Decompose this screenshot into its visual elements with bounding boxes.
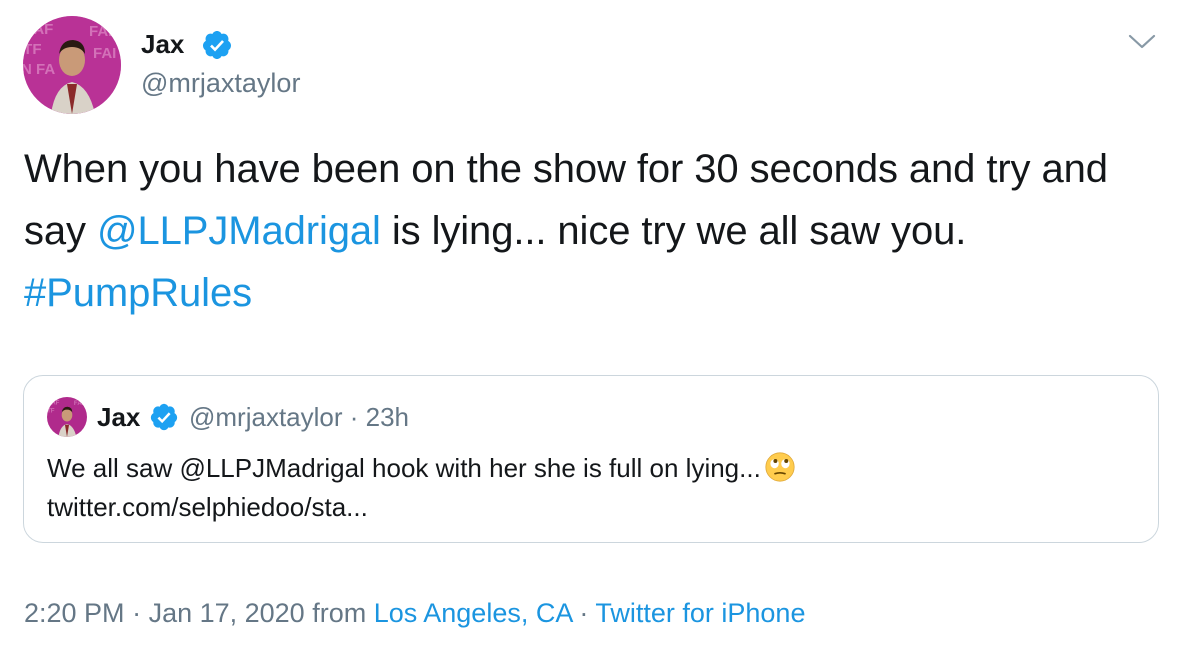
tweet-card: FAF ITF N FA FAE FAI Jax @mrjaxtaylor Wh… [0,0,1183,656]
from-label: from [304,598,374,628]
quoted-tweet-text: We all saw @LLPJMadrigal hook with her s… [47,449,1137,527]
author-name[interactable]: Jax [141,28,184,60]
chevron-down-icon[interactable] [1124,26,1160,58]
svg-text:FAF: FAF [25,21,53,38]
quoted-author-name[interactable]: Jax [97,401,140,433]
tweet-date[interactable]: Jan 17, 2020 [149,598,305,628]
quoted-tweet[interactable]: FAF ITF FAE Jax @mrjaxtaylor · 23h We al… [23,375,1159,543]
quoted-author-handle[interactable]: @mrjaxtaylor [189,402,343,432]
face-with-rolling-eyes-emoji [765,452,795,482]
tweet-footer: 2:20 PM · Jan 17, 2020 from Los Angeles,… [24,596,805,630]
tweet-time[interactable]: 2:20 PM [24,598,125,628]
quoted-link[interactable]: twitter.com/selphiedoo/sta... [47,492,368,522]
quoted-author-avatar[interactable]: FAF ITF FAE [47,397,87,437]
quoted-text-part: We all saw [47,453,180,483]
svg-text:FAI: FAI [93,45,116,62]
source-link[interactable]: Twitter for iPhone [595,598,805,628]
svg-text:FAE: FAE [74,400,86,407]
quoted-tweet-time[interactable]: 23h [366,402,409,432]
location-link[interactable]: Los Angeles, CA [374,598,572,628]
separator-dot: · [342,402,366,432]
svg-text:FAE: FAE [89,23,118,40]
tweet-text: When you have been on the show for 30 se… [24,138,1174,324]
svg-text:N FA: N FA [23,61,55,78]
svg-text:FAF: FAF [48,399,60,406]
separator-dot: · [124,598,149,628]
author-avatar[interactable]: FAF ITF N FA FAE FAI [23,16,121,114]
svg-text:ITF: ITF [23,41,42,58]
verified-badge-icon [202,31,231,59]
verified-badge-icon [150,403,178,431]
svg-text:ITF: ITF [47,408,55,415]
quoted-mention: @LLPJMadrigal [179,453,365,483]
quoted-text-part: hook with her she is full on lying... [364,453,761,483]
tweet-text-part: is lying... nice try we all saw you. [380,209,967,253]
hashtag-link[interactable]: #PumpRules [24,271,252,315]
mention-link[interactable]: @LLPJMadrigal [97,209,381,253]
quoted-tweet-meta: @mrjaxtaylor · 23h [189,401,409,433]
separator-dot: · [571,598,596,628]
author-handle[interactable]: @mrjaxtaylor [141,66,300,100]
